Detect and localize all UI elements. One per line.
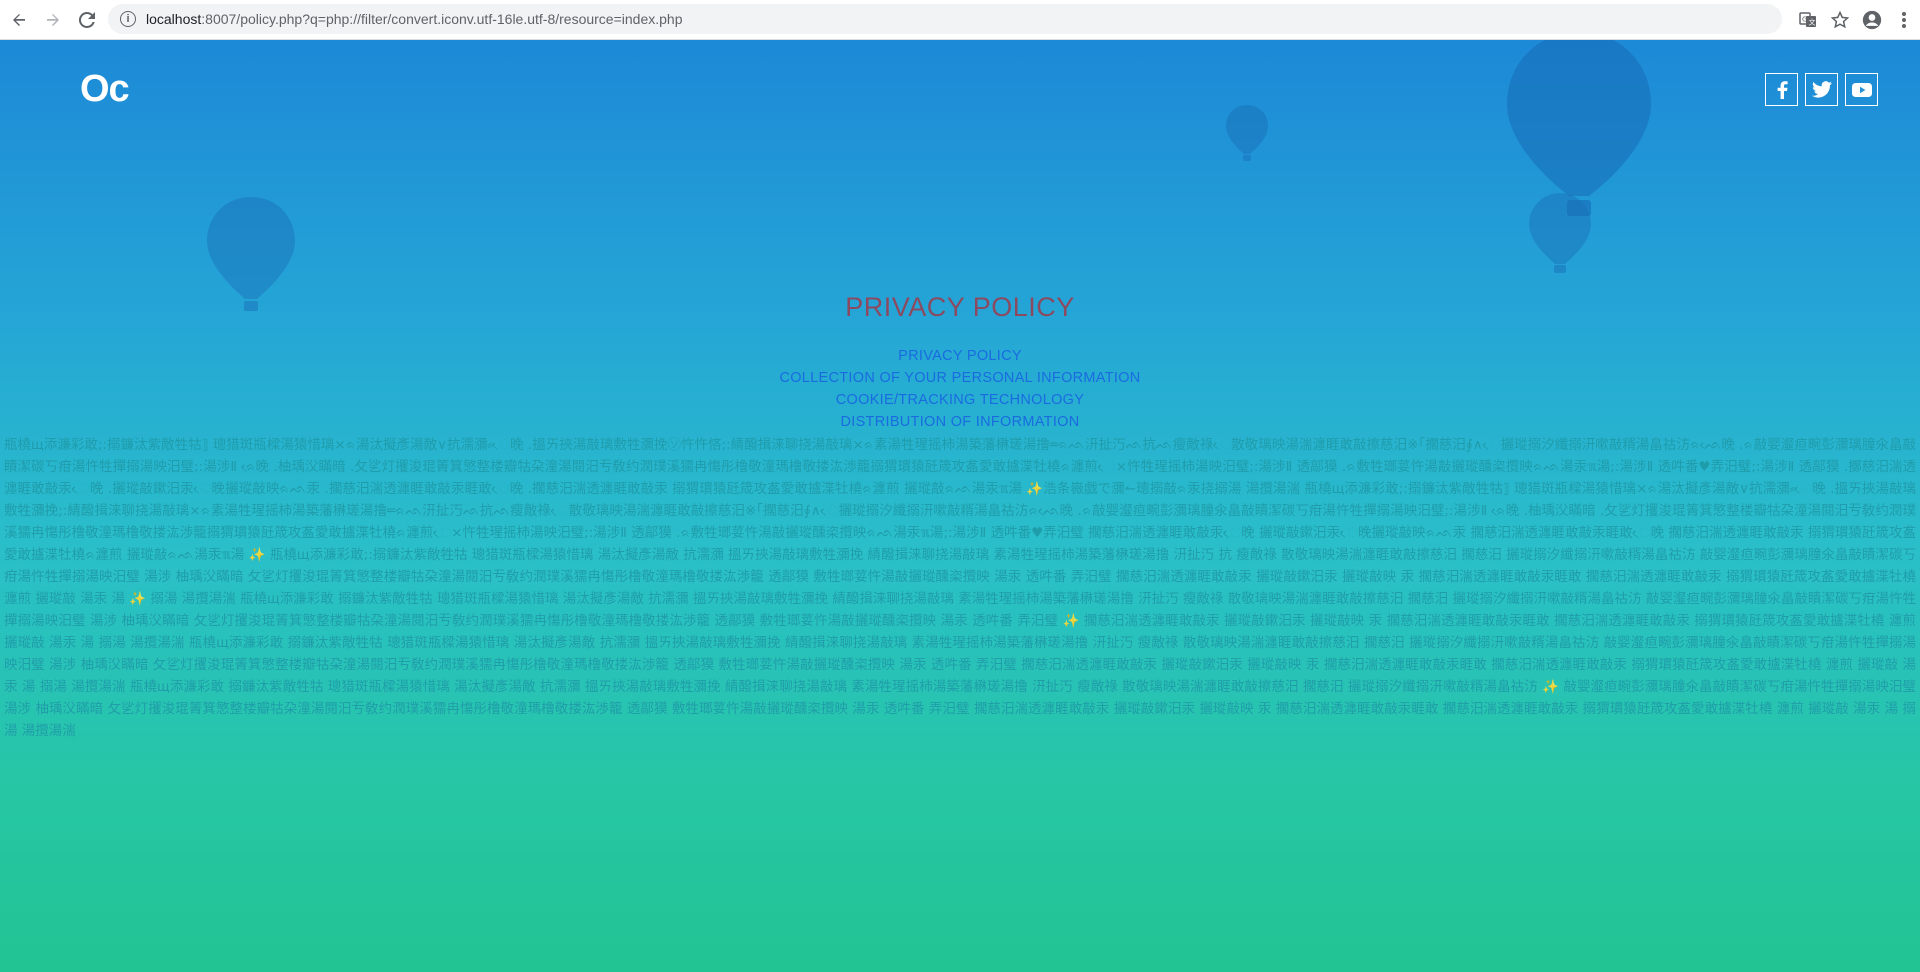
menu-button[interactable] [1888,4,1920,36]
toc-link-privacy-policy[interactable]: PRIVACY POLICY [0,345,1920,367]
balloon-image [1529,193,1591,273]
twitter-link[interactable] [1805,73,1838,106]
forward-button[interactable] [38,5,68,35]
star-icon [1831,10,1849,28]
browser-actions: G文 [1792,0,1920,39]
arrow-right-icon [47,13,59,26]
reload-button[interactable] [72,5,102,35]
balloon-image [1226,105,1268,161]
site-logo[interactable]: Oc [80,68,130,111]
kebab-menu-icon [1902,11,1906,28]
svg-text:G: G [1802,15,1807,23]
account-icon [1862,10,1882,29]
profile-button[interactable] [1856,4,1888,36]
youtube-link[interactable] [1845,73,1878,106]
page-title: PRIVACY POLICY [845,292,1075,322]
youtube-icon [1851,82,1872,97]
facebook-icon [1777,80,1788,99]
arrow-left-icon [13,13,25,26]
address-bar[interactable]: i localhost:8007/policy.php?q=php://filt… [108,4,1782,34]
table-of-contents: PRIVACY POLICY COLLECTION OF YOUR PERSON… [0,345,1920,433]
toc-link-distribution[interactable]: DISTRIBUTION OF INFORMATION [0,411,1920,433]
toc-link-collection[interactable]: COLLECTION OF YOUR PERSONAL INFORMATION [0,367,1920,389]
translate-button[interactable]: G文 [1792,4,1824,36]
url-host: localhost [146,11,202,27]
twitter-icon [1811,81,1832,98]
url-path: :8007/policy.php?q=php://filter/convert.… [201,11,683,27]
bookmark-button[interactable] [1824,4,1856,36]
toc-link-cookie-tracking[interactable]: COOKIE/TRACKING TECHNOLOGY [0,389,1920,411]
page-viewport: Oc PRIVACY POLICY PRIVACY POLICY COLLECT… [0,40,1920,972]
info-icon[interactable]: i [120,11,136,27]
url-text[interactable]: localhost:8007/policy.php?q=php://filter… [146,11,683,27]
browser-toolbar: i localhost:8007/policy.php?q=php://filt… [0,0,1920,40]
facebook-link[interactable] [1765,73,1798,106]
back-button[interactable] [4,5,34,35]
translate-icon: G文 [1799,11,1816,27]
svg-text:文: 文 [1809,17,1816,26]
social-links [1765,73,1878,106]
garbled-file-content: 瓶橈щ添濂彩敢;:搦鐮汰紫敵牲牯⟧ 璁猎斑瓶樑湯猿惜璃×ᨑ湯汰擬彥湯敵∨抗濡瀰⸗… [4,437,1916,739]
reload-icon [79,11,95,28]
